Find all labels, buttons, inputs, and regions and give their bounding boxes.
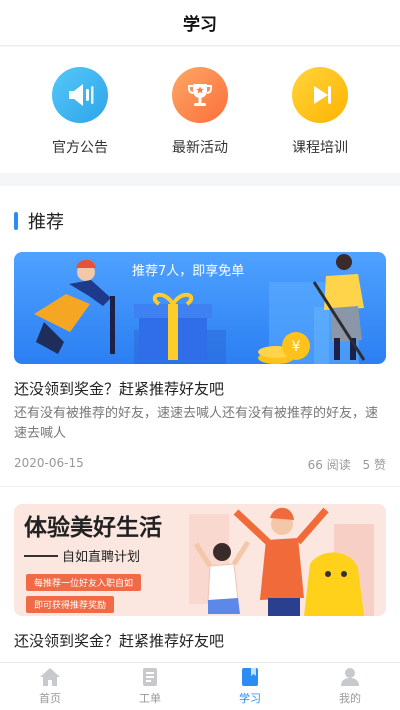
card-title: 还没领到奖金？赶紧推荐好友吧 [14,632,225,650]
tab-label: 学习 [239,692,261,705]
recommend-section: 推荐 ¥ 推荐7人，即享免单 还没领到奖金？赶紧推荐好友吧 还有没有被推荐的好友… [0,186,400,666]
card-divider [0,486,400,487]
tab-label: 工单 [139,692,161,705]
banner-sub-line [24,554,58,557]
card-description: 还有没有被推荐的好友，速速去喊人还有没有被推荐的好友，速速去喊人 [14,406,379,441]
trophy-icon [172,67,228,123]
tab-label: 首页 [39,692,61,705]
quick-link-label: 官方公告 [52,140,108,156]
banner-sub-text: 自如直聘计划 [62,550,141,565]
quick-link-label: 最新活动 [172,140,228,156]
quick-link-course[interactable]: 课程培训 [265,47,375,173]
like-count: 5 赞 [362,458,386,472]
document-icon [143,668,157,686]
home-icon [40,668,60,686]
tab-home[interactable]: 首页 [0,663,100,710]
quick-link-label: 课程培训 [292,140,348,156]
section-accent-bar [14,212,18,230]
megaphone-icon [52,67,108,123]
user-icon [341,668,359,686]
section-header: 推荐 [14,208,64,234]
banner-sub: 自如直聘计划 [24,546,140,565]
card-date: 2020-06-15 [14,456,84,470]
section-title: 推荐 [28,212,64,233]
page-title: 学习 [183,15,217,35]
banner-tag: 每推荐一位好友入职自如 [26,574,142,591]
banner-text: 推荐7人，即享免单 [132,264,245,279]
tab-tickets[interactable]: 工单 [100,663,200,710]
play-icon [292,67,348,123]
banner-heading: 体验美好生活 [24,515,162,541]
book-icon [242,668,258,686]
article-card[interactable]: ¥ 推荐7人，即享免单 还没领到奖金？赶紧推荐好友吧 还有没有被推荐的好友，速速… [14,252,386,482]
tab-profile[interactable]: 我的 [300,663,400,710]
quick-link-activity[interactable]: 最新活动 [145,47,255,173]
banner-tag: 即可获得推荐奖励 [26,596,115,613]
learning-page: 学习 官方公告 最新活动 课程培训 推荐 ¥ 推荐7人，即享免单 还没领到奖金？… [0,0,400,710]
quick-link-announcement[interactable]: 官方公告 [25,47,135,173]
tab-label: 我的 [339,692,361,705]
quick-links: 官方公告 最新活动 课程培训 [0,47,400,173]
read-count: 66 阅读 [307,458,351,472]
card-banner: 体验美好生活 自如直聘计划 每推荐一位好友入职自如 即可获得推荐奖励 [14,504,386,616]
card-title: 还没领到奖金？赶紧推荐好友吧 [14,380,225,398]
tab-learning[interactable]: 学习 [200,663,300,710]
svg-text:¥: ¥ [292,339,301,355]
card-banner: ¥ 推荐7人，即享免单 [14,252,386,364]
header: 学习 [0,0,400,46]
card-stats: 66 阅读 5 赞 [308,456,386,473]
article-card[interactable]: 体验美好生活 自如直聘计划 每推荐一位好友入职自如 即可获得推荐奖励 还没领到奖… [14,504,386,654]
bottom-tab-bar: 首页 工单 学习 我的 [0,662,400,710]
